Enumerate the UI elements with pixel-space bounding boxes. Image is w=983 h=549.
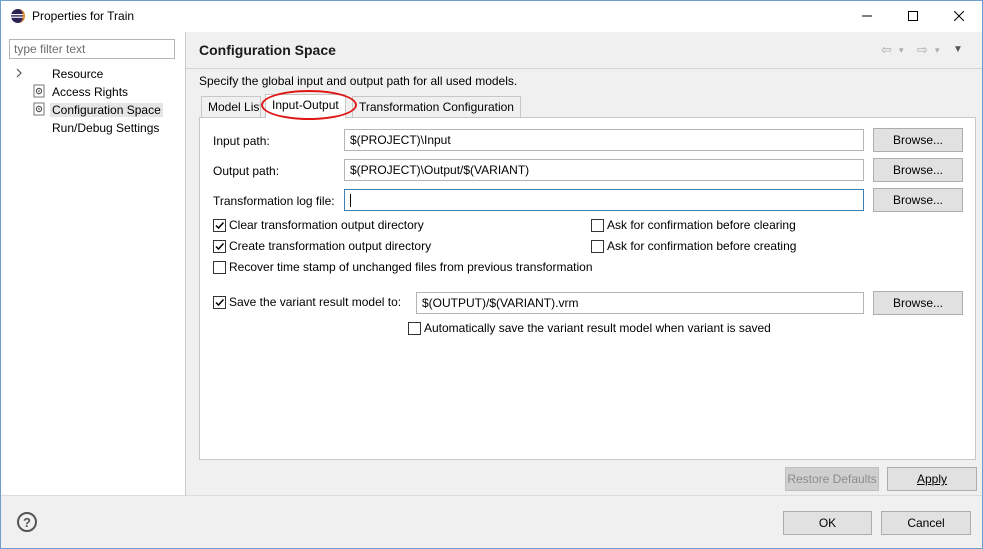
page-title: Configuration Space	[199, 42, 336, 58]
sidebar-item-resource[interactable]: Resource	[1, 65, 185, 83]
tab-label: Model List	[208, 100, 261, 114]
close-icon	[954, 11, 964, 21]
output-path-field[interactable]: $(PROJECT)\Output/$(VARIANT)	[344, 159, 864, 181]
checkbox-box[interactable]	[213, 240, 226, 253]
tab-model-list[interactable]: Model List	[201, 96, 261, 117]
page-description: Specify the global input and output path…	[199, 74, 518, 88]
main-panel: Configuration Space ⇦ ▾ ⇨ ▾ ▼ Specify th…	[186, 32, 982, 495]
sidebar-item-label: Access Rights	[52, 85, 129, 99]
minimize-icon	[862, 15, 872, 17]
forward-arrow-icon[interactable]: ⇨	[917, 42, 928, 58]
restore-defaults-button[interactable]: Restore Defaults	[785, 467, 879, 491]
back-arrow-icon[interactable]: ⇦	[881, 42, 892, 58]
page-navigation: ⇦ ▾ ⇨ ▾ ▼	[881, 42, 976, 58]
gear-doc-icon	[33, 102, 45, 116]
checkmark-icon	[215, 298, 225, 307]
eclipse-icon	[11, 9, 25, 23]
apply-button[interactable]: Apply	[887, 467, 977, 491]
log-file-field[interactable]	[344, 189, 864, 211]
checkbox-box[interactable]	[213, 219, 226, 232]
sidebar-item-run-debug-settings[interactable]: Run/Debug Settings	[1, 119, 185, 137]
checkbox-box[interactable]	[591, 240, 604, 253]
cancel-button[interactable]: Cancel	[881, 511, 971, 535]
filter-input[interactable]	[9, 39, 175, 59]
close-button[interactable]	[936, 1, 982, 31]
sidebar-item-label: Resource	[52, 67, 104, 81]
log-file-label: Transformation log file:	[213, 194, 335, 208]
chevron-right-icon[interactable]	[14, 67, 24, 79]
checkbox-box[interactable]	[213, 261, 226, 274]
title-divider	[186, 68, 982, 69]
bottom-divider	[1, 495, 982, 496]
tab-transformation-configuration[interactable]: Transformation Configuration	[352, 96, 521, 117]
gear-doc-icon	[33, 84, 45, 98]
sidebar-item-label: Run/Debug Settings	[52, 121, 160, 135]
checkbox-label: Clear transformation output directory	[229, 218, 424, 232]
maximize-icon	[908, 11, 918, 21]
tab-label: Input-Output	[272, 98, 339, 112]
forward-dropdown-icon[interactable]: ▾	[935, 45, 940, 56]
input-path-field[interactable]: $(PROJECT)\Input	[344, 129, 864, 151]
sidebar-item-configuration-space[interactable]: Configuration Space	[1, 101, 185, 119]
view-menu-icon[interactable]: ▼	[953, 44, 963, 55]
sidebar: Resource Access Rights Configuration Spa…	[1, 32, 185, 495]
input-path-label: Input path:	[213, 134, 270, 148]
minimize-button[interactable]	[844, 1, 890, 31]
tab-label: Transformation Configuration	[359, 100, 514, 114]
checkbox-label: Ask for confirmation before clearing	[607, 218, 796, 232]
help-icon[interactable]: ?	[17, 512, 37, 532]
checkbox-label: Save the variant result model to:	[229, 295, 402, 309]
maximize-button[interactable]	[890, 1, 936, 31]
variant-model-path-field[interactable]: $(OUTPUT)/$(VARIANT).vrm	[416, 292, 864, 314]
title-bar: Properties for Train	[1, 1, 982, 32]
checkbox-label: Create transformation output directory	[229, 239, 432, 253]
sidebar-item-label: Configuration Space	[50, 103, 163, 117]
checkbox-box[interactable]	[591, 219, 604, 232]
output-path-browse-button[interactable]: Browse...	[873, 158, 963, 182]
output-path-label: Output path:	[213, 164, 280, 178]
log-file-browse-button[interactable]: Browse...	[873, 188, 963, 212]
checkbox-label: Ask for confirmation before creating	[607, 239, 797, 253]
checkbox-label: Automatically save the variant result mo…	[424, 321, 771, 335]
tab-input-output[interactable]: Input-Output	[265, 94, 346, 118]
window-title: Properties for Train	[32, 9, 135, 23]
input-path-browse-button[interactable]: Browse...	[873, 128, 963, 152]
properties-dialog: Properties for Train Resource Access Rig…	[0, 0, 983, 549]
apply-label: Apply	[916, 472, 948, 486]
checkbox-label: Recover time stamp of unchanged files fr…	[229, 260, 593, 274]
checkbox-box[interactable]	[408, 322, 421, 335]
ok-button[interactable]: OK	[783, 511, 872, 535]
tab-content: Input path: $(PROJECT)\Input Browse... O…	[199, 117, 976, 460]
variant-model-browse-button[interactable]: Browse...	[873, 291, 963, 315]
text-caret	[350, 194, 351, 208]
checkmark-icon	[215, 242, 225, 251]
sidebar-item-access-rights[interactable]: Access Rights	[1, 83, 185, 101]
checkmark-icon	[215, 221, 225, 230]
back-dropdown-icon[interactable]: ▾	[899, 45, 904, 56]
checkbox-box[interactable]	[213, 296, 226, 309]
